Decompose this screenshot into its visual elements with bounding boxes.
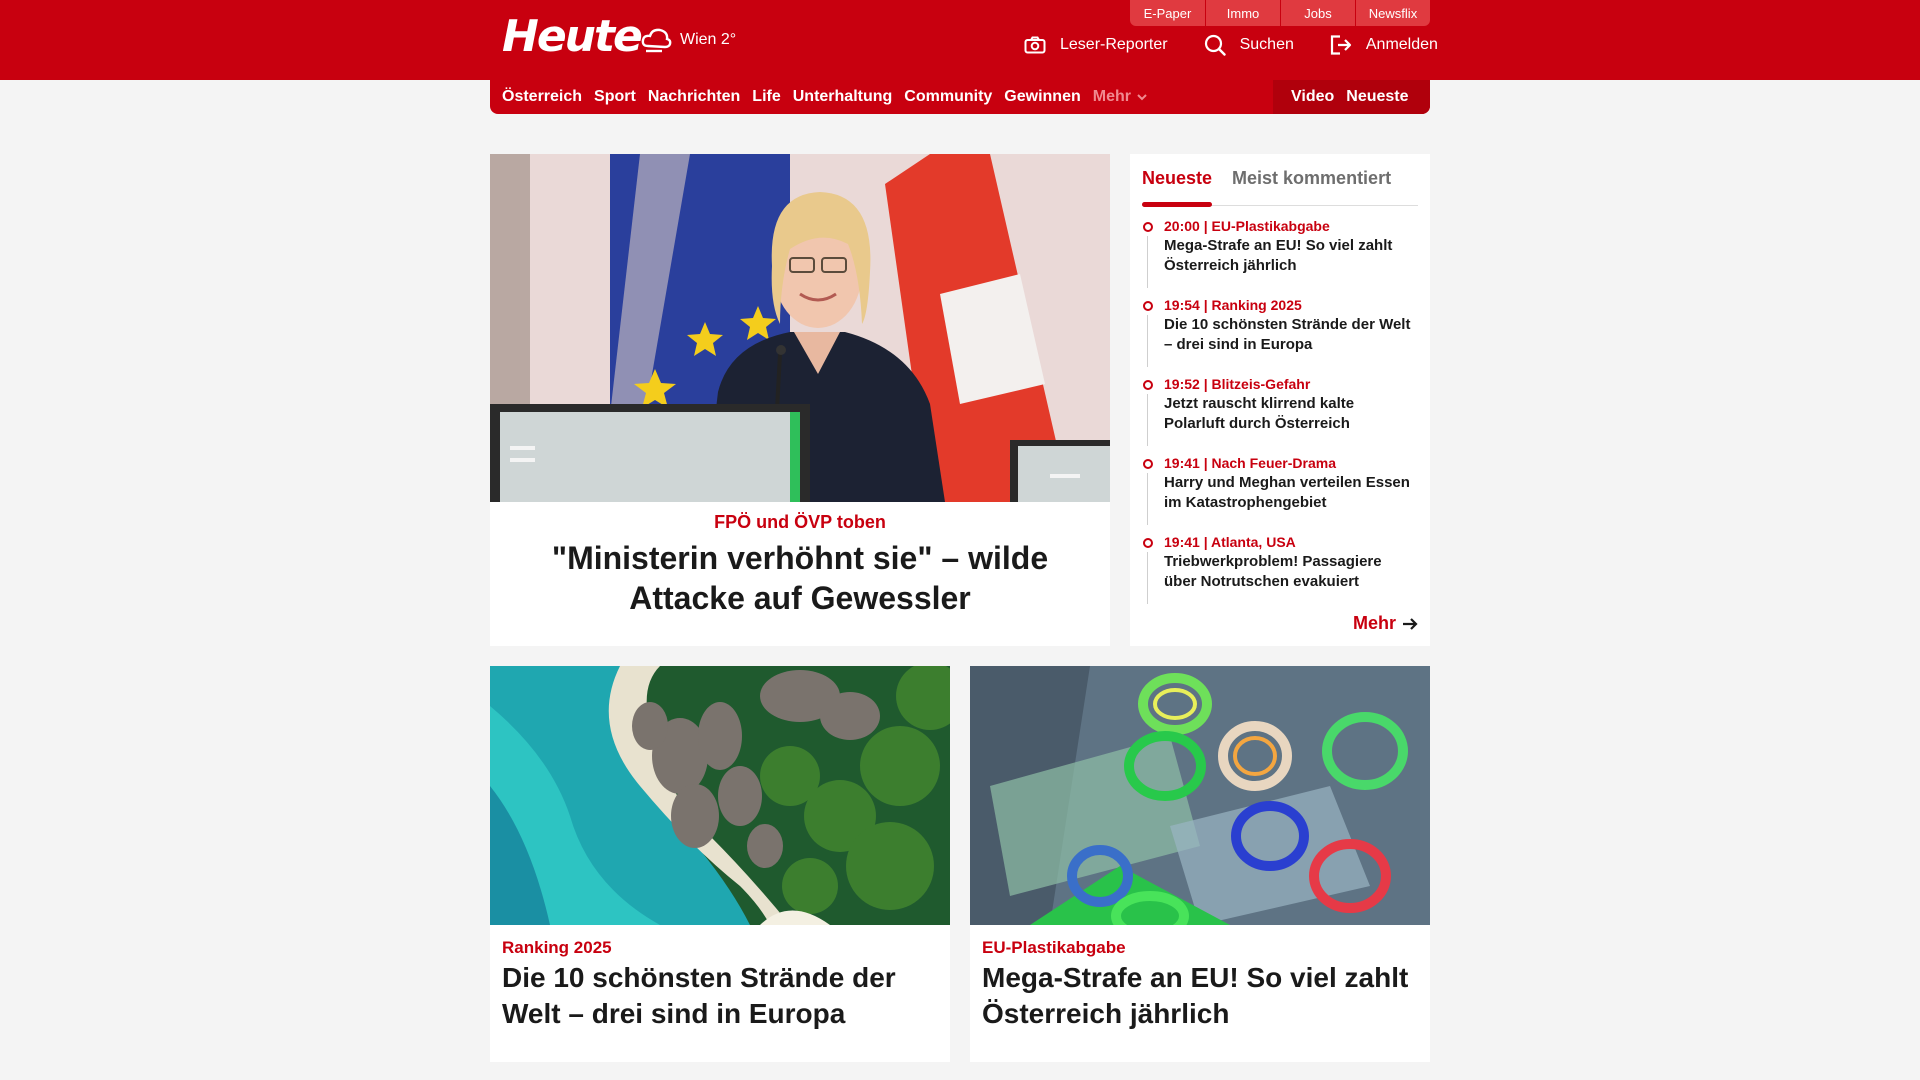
feed-item-meta: 19:41 | Atlanta, USA (1164, 534, 1296, 550)
sidebar-more-label: Mehr (1352, 613, 1396, 633)
search-label: Suchen (1239, 36, 1294, 53)
timeline-line (1147, 236, 1148, 288)
feed-item-meta: 20:00 | EU-Plastikabgabe (1164, 218, 1330, 234)
timeline-line (1147, 394, 1148, 446)
leser-reporter-button[interactable]: Leser-Reporter (1024, 36, 1168, 54)
feed-item[interactable]: 19:52 | Blitzeis-Gefahr Jetzt rauscht kl… (1142, 374, 1418, 453)
header-bar (0, 0, 1920, 80)
main-nav: Österreich Sport Nachrichten Life Unterh… (490, 80, 1430, 114)
search-icon (1204, 34, 1226, 56)
leser-reporter-label: Leser-Reporter (1060, 36, 1168, 53)
nav-item-oesterreich[interactable]: Österreich (502, 88, 582, 106)
weather-widget[interactable]: Wien 2° (640, 26, 736, 54)
utility-links: E-Paper Immo Jobs Newsflix (1130, 0, 1430, 26)
feed-item[interactable]: 20:00 | EU-Plastikabgabe Mega-Strafe an … (1142, 216, 1418, 295)
nav-more-label: Mehr (1092, 88, 1131, 105)
timeline-line (1147, 552, 1148, 604)
feed-item-meta: 19:52 | Blitzeis-Gefahr (1164, 376, 1311, 392)
feed-item-title[interactable]: Triebwerkproblem! Passagiere über Notrut… (1164, 552, 1418, 592)
feed-item[interactable]: 19:41 | Atlanta, USA Triebwerkproblem! P… (1142, 532, 1418, 611)
hero-kicker: FPÖ und ÖVP toben (714, 512, 886, 532)
article-card[interactable]: Ranking 2025 Die 10 schönsten Strände de… (490, 666, 950, 1062)
login-icon (1330, 35, 1351, 55)
card-kicker: Ranking 2025 (502, 938, 612, 957)
nav-neueste-link[interactable]: Neueste (1346, 88, 1408, 106)
nav-item-sport[interactable]: Sport (594, 88, 636, 106)
news-feed: 20:00 | EU-Plastikabgabe Mega-Strafe an … (1142, 216, 1418, 611)
arrow-right-icon (1403, 617, 1418, 630)
feed-item-title[interactable]: Jetzt rauscht klirrend kalte Polarluft d… (1164, 394, 1418, 434)
timeline-dot (1143, 538, 1153, 548)
nav-item-life[interactable]: Life (752, 88, 780, 106)
feed-item-title[interactable]: Mega-Strafe an EU! So viel zahlt Österre… (1164, 236, 1418, 276)
immo-link[interactable]: Immo (1205, 0, 1280, 26)
hero-image[interactable] (490, 154, 1110, 502)
camera-icon (1024, 36, 1046, 54)
card-headline[interactable]: Mega-Strafe an EU! So viel zahlt Österre… (982, 960, 1422, 1032)
feed-item[interactable]: 19:54 | Ranking 2025 Die 10 schönsten St… (1142, 295, 1418, 374)
nav-item-nachrichten[interactable]: Nachrichten (648, 88, 740, 106)
search-button[interactable]: Suchen (1204, 34, 1294, 56)
feed-item-meta: 19:41 | Nach Feuer-Drama (1164, 455, 1336, 471)
card-kicker: EU-Plastikabgabe (982, 938, 1126, 957)
epaper-link[interactable]: E-Paper (1130, 0, 1205, 26)
sidebar-more-link[interactable]: Mehr (1353, 613, 1418, 634)
timeline-dot (1143, 459, 1153, 469)
plastic-bottles-image[interactable] (970, 666, 1430, 925)
jobs-link[interactable]: Jobs (1280, 0, 1355, 26)
sidebar-tabs: Neueste Meist kommentiert (1142, 162, 1418, 207)
timeline-line (1147, 315, 1148, 367)
card-headline[interactable]: Die 10 schönsten Strände der Welt – drei… (502, 960, 942, 1032)
weather-label: Wien 2° (680, 31, 737, 48)
hero-headline[interactable]: "Ministerin verhöhnt sie" – wilde Attack… (510, 538, 1090, 618)
newsflix-link[interactable]: Newsflix (1355, 0, 1430, 26)
feed-item-meta: 19:54 | Ranking 2025 (1164, 297, 1302, 313)
timeline-dot (1143, 301, 1153, 311)
chevron-down-icon (1137, 94, 1147, 101)
login-label: Anmelden (1365, 36, 1438, 53)
article-card[interactable]: EU-Plastikabgabe Mega-Strafe an EU! So v… (970, 666, 1430, 1062)
timeline-line (1147, 473, 1148, 525)
timeline-dot (1143, 222, 1153, 232)
heute-logo[interactable]: Heute (502, 12, 643, 62)
nav-item-gewinnen[interactable]: Gewinnen (1004, 88, 1080, 106)
feed-item[interactable]: 19:41 | Nach Feuer-Drama Harry und Megha… (1142, 453, 1418, 532)
cloud-sun-icon (641, 28, 672, 53)
hero-article[interactable]: FPÖ und ÖVP toben "Ministerin verhöhnt s… (490, 154, 1110, 646)
tab-meist-kommentiert[interactable]: Meist kommentiert (1232, 162, 1391, 206)
header-actions: Leser-Reporter Suchen Anmelden (1024, 34, 1474, 56)
beach-image[interactable] (490, 666, 950, 925)
feed-item-title[interactable]: Die 10 schönsten Strände der Welt – drei… (1164, 315, 1418, 355)
nav-item-unterhaltung[interactable]: Unterhaltung (793, 88, 893, 106)
feed-item-title[interactable]: Harry und Meghan verteilen Essen im Kata… (1164, 473, 1418, 513)
nav-more-dropdown[interactable]: Mehr (1093, 88, 1149, 106)
login-button[interactable]: Anmelden (1330, 35, 1438, 55)
nav-right-group: Video Neueste (1273, 80, 1430, 114)
timeline-dot (1143, 380, 1153, 390)
news-sidebar: Neueste Meist kommentiert 20:00 | EU-Pla… (1130, 154, 1430, 646)
tab-neueste[interactable]: Neueste (1142, 162, 1213, 207)
nav-item-community[interactable]: Community (904, 88, 992, 106)
nav-video-link[interactable]: Video (1291, 88, 1334, 106)
